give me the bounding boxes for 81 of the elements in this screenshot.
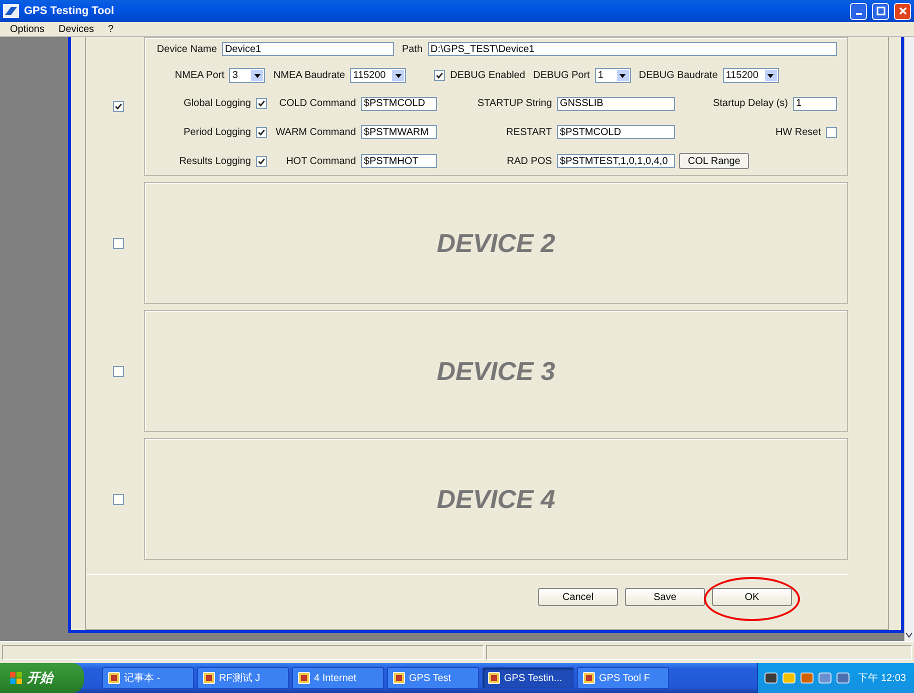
maximize-icon <box>876 6 886 16</box>
ok-button[interactable]: OK <box>712 588 792 606</box>
input-field[interactable]: Device1 <box>222 42 394 56</box>
caret-icon[interactable] <box>394 74 402 78</box>
checkbox-label: Global Logging <box>184 98 251 109</box>
dropdown[interactable]: 3 <box>229 68 266 84</box>
window-title: GPS Testing Tool <box>24 5 116 17</box>
taskbar-button[interactable]: GPS Testin... <box>482 667 574 689</box>
app-icon <box>108 672 120 684</box>
cancel-button[interactable]: Cancel <box>538 588 618 606</box>
taskbar-button[interactable]: RF测试 J <box>197 667 289 689</box>
close-button[interactable] <box>894 2 911 20</box>
start-button[interactable]: 开始 <box>0 663 84 693</box>
checkbox[interactable] <box>256 156 267 166</box>
checkbox-label: Period Logging <box>184 126 251 138</box>
field-label: WARM Command <box>276 126 356 138</box>
taskbar-button[interactable]: GPS Test <box>387 667 479 689</box>
field-label: STARTUP String <box>477 98 552 109</box>
checkbox[interactable] <box>434 70 446 82</box>
caret-icon[interactable] <box>767 74 774 78</box>
caret-icon[interactable] <box>254 74 261 78</box>
input-field[interactable]: $PSTMCOLD <box>556 125 675 140</box>
field-label: NMEA Port <box>174 70 224 82</box>
vertical-scrollbar[interactable] <box>904 37 914 641</box>
app-icon <box>583 672 595 684</box>
checkbox[interactable] <box>256 126 267 138</box>
checkbox[interactable] <box>113 494 124 504</box>
taskbar-button[interactable]: GPS Tool F <box>577 667 669 689</box>
field-label: HOT Command <box>286 156 356 166</box>
input-field[interactable]: D:\GPS_TEST\Device1 <box>428 42 838 56</box>
windows-logo-icon <box>10 672 22 684</box>
clock: 下午 12:03 <box>858 672 906 685</box>
app-icon <box>203 672 215 684</box>
dropdown[interactable]: 115200 <box>350 68 406 84</box>
tray-icon[interactable] <box>764 671 778 685</box>
checkbox-label: DEBUG Enabled <box>450 70 526 82</box>
app-icon <box>488 672 500 684</box>
device-title: DEVICE 3 <box>436 356 556 386</box>
checkbox[interactable] <box>256 98 267 109</box>
taskbar-button[interactable]: 4 Internet <box>292 667 384 689</box>
dropdown[interactable]: 1 <box>594 68 631 84</box>
input-field[interactable]: $PSTMTEST,1,0,1,0,4,0 <box>556 154 675 168</box>
range-button[interactable]: COL Range <box>678 153 750 169</box>
field-label: Path <box>402 44 423 54</box>
minimize-icon <box>856 13 862 15</box>
caret-icon[interactable] <box>619 74 626 78</box>
device-title: DEVICE 4 <box>436 484 556 514</box>
save-button[interactable]: Save <box>625 588 706 606</box>
app-icon <box>393 672 405 684</box>
input-field[interactable]: $PSTMHOT <box>360 154 437 168</box>
taskbar-button[interactable]: 记事本 - <box>102 667 194 689</box>
maximize-button[interactable] <box>872 2 889 20</box>
app-icon <box>3 4 19 18</box>
device-title: DEVICE 2 <box>436 228 556 258</box>
minimize-button[interactable] <box>850 2 867 20</box>
checkbox[interactable] <box>826 126 838 138</box>
field-label: DEBUG Port <box>533 70 590 82</box>
field-label: RESTART <box>506 126 552 138</box>
menu-item[interactable]: Devices <box>58 24 94 34</box>
input-field[interactable]: GNSSLIB <box>556 96 675 110</box>
checkbox-label: Results Logging <box>179 156 251 166</box>
checkbox-label: HW Reset <box>775 126 822 138</box>
menu-item[interactable]: Options <box>10 24 44 34</box>
input-field[interactable]: $PSTMWARM <box>360 125 437 140</box>
checkbox[interactable] <box>113 238 124 248</box>
field-label: Device Name <box>156 44 217 54</box>
tray-icon[interactable] <box>836 671 850 685</box>
field-label: DEBUG Baudrate <box>638 70 718 82</box>
checkbox[interactable] <box>113 366 124 376</box>
close-icon <box>898 6 908 16</box>
dropdown[interactable]: 115200 <box>722 68 779 84</box>
app-icon <box>298 672 310 684</box>
input-field[interactable]: 1 <box>793 96 838 110</box>
field-label: NMEA Baudrate <box>273 70 346 82</box>
checkbox[interactable] <box>113 101 124 112</box>
field-label: Startup Delay (s) <box>712 98 788 109</box>
field-label: RAD POS <box>506 156 552 166</box>
menu-item[interactable]: ? <box>108 24 114 34</box>
scroll-down-icon[interactable] <box>905 631 914 639</box>
field-label: COLD Command <box>279 98 356 109</box>
input-field[interactable]: $PSTMCOLD <box>360 96 437 110</box>
